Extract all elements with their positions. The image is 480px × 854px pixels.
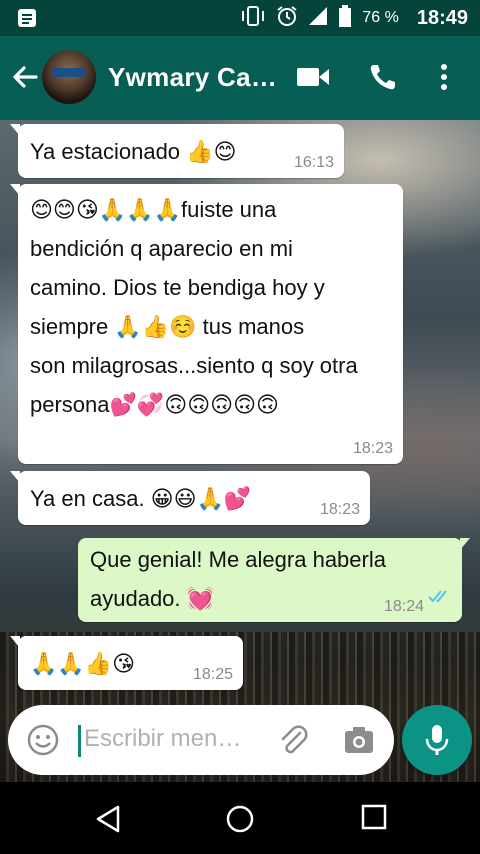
chat-header: Ywmary Ca… xyxy=(0,36,480,120)
message-time: 18:24 xyxy=(383,598,424,615)
camera-icon[interactable] xyxy=(342,723,376,762)
system-nav-bar xyxy=(0,782,480,854)
message-bubble-outgoing[interactable]: Que genial! Me alegra haberla ayudado. 💓… xyxy=(78,538,470,622)
message-line: siempre 🙏👍☺️ tus manos xyxy=(30,314,305,339)
message-input[interactable]: Escribir men… xyxy=(84,725,241,753)
back-arrow-icon[interactable] xyxy=(10,62,40,97)
message-time: 16:13 xyxy=(293,154,334,171)
more-vert-icon[interactable] xyxy=(438,62,450,97)
contact-name[interactable]: Ywmary Ca… xyxy=(108,62,277,93)
avatar[interactable] xyxy=(42,50,96,104)
emoji-icon[interactable] xyxy=(26,723,60,762)
message-composer[interactable]: Escribir men… xyxy=(8,705,394,775)
nav-home-icon[interactable] xyxy=(225,804,255,839)
message-bubble-incoming[interactable]: Ya estacionado 👍😊 16:13 xyxy=(10,124,344,178)
message-line: camino. Dios te bendiga hoy y xyxy=(30,275,325,300)
attach-icon[interactable] xyxy=(276,723,310,762)
message-line: Que genial! Me alegra haberla xyxy=(90,547,386,572)
message-time: 18:23 xyxy=(319,501,360,518)
message-bubble-incoming[interactable]: 😊😊😘🙏🙏🙏fuiste una bendición q aparecio en… xyxy=(10,184,403,464)
phone-icon[interactable] xyxy=(368,62,398,97)
text-cursor xyxy=(78,725,81,757)
read-receipt-icon xyxy=(428,577,452,616)
video-call-icon[interactable] xyxy=(296,62,330,97)
message-line: son milagrosas...siento q soy otra xyxy=(30,353,358,378)
message-bubble-incoming[interactable]: 🙏🙏👍😘 18:25 xyxy=(10,636,243,690)
alarm-icon xyxy=(276,5,298,32)
chat-background[interactable]: Ya estacionado 👍😊 16:13 😊😊😘🙏🙏🙏fuiste una… xyxy=(0,120,480,782)
nav-recents-icon[interactable] xyxy=(361,804,387,835)
message-bubble-incoming[interactable]: Ya en casa. 😀😃🙏💕 18:23 xyxy=(10,471,370,525)
message-line: 😊😊😘🙏🙏🙏fuiste una xyxy=(30,197,277,222)
mic-icon xyxy=(424,723,450,762)
nav-back-icon[interactable] xyxy=(94,804,122,839)
battery-percent: 76 % xyxy=(362,9,399,26)
message-line: bendición q aparecio en mi xyxy=(30,236,293,261)
status-bar: 76 % 18:49 xyxy=(0,0,480,36)
message-time: 18:25 xyxy=(192,666,233,683)
clock: 18:49 xyxy=(416,6,468,29)
mic-button[interactable] xyxy=(402,705,472,775)
signal-icon xyxy=(308,6,328,31)
message-time: 18:23 xyxy=(352,440,393,457)
notification-icon xyxy=(16,7,38,34)
message-text: Ya en casa. 😀😃🙏💕 xyxy=(30,486,252,511)
message-line: persona💕💞🙃🙃🙃🙃🙃 xyxy=(30,392,279,417)
battery-icon xyxy=(338,4,352,32)
vibrate-icon xyxy=(240,5,266,32)
